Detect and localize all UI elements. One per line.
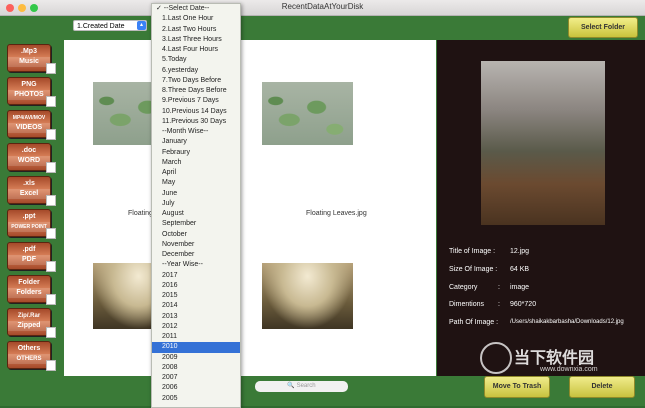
category-powerpoint-button[interactable]: .ppt POWER POINT: [7, 209, 56, 239]
select-folder-button[interactable]: Select Folder: [568, 17, 638, 38]
dimensions-separator: :: [498, 301, 500, 308]
dropdown-option[interactable]: 8.Three Days Before: [152, 86, 240, 96]
dropdown-option[interactable]: 5.Today: [152, 55, 240, 65]
dropdown-option[interactable]: 2006: [152, 383, 240, 393]
dropdown-option[interactable]: 2009: [152, 353, 240, 363]
dropdown-option[interactable]: 4.Last Four Hours: [152, 45, 240, 55]
category-separator: :: [498, 284, 500, 291]
category-videos-button[interactable]: MP4/AVI/MOV VIDEOS: [7, 110, 56, 140]
category-music-button[interactable]: .Mp3 Music: [7, 44, 56, 74]
dropdown-option[interactable]: 9.Previous 7 Days: [152, 96, 240, 106]
watermark-logo-icon: [480, 342, 512, 374]
dropdown-option[interactable]: 2007: [152, 373, 240, 383]
category-excel-button[interactable]: .xls Excel: [7, 176, 56, 206]
dropdown-option[interactable]: August: [152, 209, 240, 219]
dropdown-option[interactable]: December: [152, 250, 240, 260]
thumbnail-caption: Floating Leaves.jpg: [306, 210, 367, 217]
dropdown-option[interactable]: 2013: [152, 312, 240, 322]
category-sidebar: .Mp3 Music PNG PHOTOS MP4/AVI/MOV VIDEOS…: [3, 44, 59, 374]
search-icon: 🔍: [287, 383, 295, 389]
dropdown-option[interactable]: --Year Wise--: [152, 260, 240, 270]
dropdown-option[interactable]: Febraury: [152, 148, 240, 158]
dropdown-option[interactable]: ✓ --Select Date--: [152, 4, 240, 14]
file-badge-icon: [46, 162, 56, 173]
file-badge-icon: [46, 360, 56, 371]
watermark: 当下软件园 www.downxia.com: [480, 342, 620, 374]
file-badge-icon: [46, 195, 56, 206]
dimensions-label: Dimentions: [449, 301, 485, 308]
date-filter-dropdown: ✓ --Select Date-- 1.Last One Hour 2.Last T…: [151, 3, 241, 408]
dropdown-option[interactable]: 2014: [152, 301, 240, 311]
watermark-text: 当下软件园: [514, 350, 595, 367]
window-title: RecentDataAtYourDisk: [281, 2, 364, 11]
category-value: image: [510, 284, 530, 291]
dropdown-option[interactable]: April: [152, 168, 240, 178]
title-bar: RecentDataAtYourDisk: [0, 0, 645, 16]
date-filter-select[interactable]: 1.Created Date ▴: [73, 20, 147, 31]
dropdown-option[interactable]: November: [152, 240, 240, 250]
file-badge-icon: [46, 228, 56, 239]
dropdown-option[interactable]: July: [152, 199, 240, 209]
category-pdf-button[interactable]: .pdf PDF: [7, 242, 56, 272]
category-folders-button[interactable]: Folder Folders: [7, 275, 56, 305]
category-label: Category: [449, 284, 478, 291]
dropdown-option[interactable]: 10.Previous 14 Days: [152, 107, 240, 117]
dropdown-option[interactable]: October: [152, 230, 240, 240]
dropdown-option[interactable]: March: [152, 158, 240, 168]
dropdown-option[interactable]: 2005: [152, 394, 240, 404]
dropdown-option[interactable]: 7.Two Days Before: [152, 76, 240, 86]
date-filter-value: 1.Created Date: [77, 23, 125, 30]
category-others-button[interactable]: Others OTHERS: [7, 341, 56, 371]
path-value: /Users/shaikakbarbasha/Downloads/12.jpg: [510, 319, 624, 325]
category-photos-button[interactable]: PNG PHOTOS: [7, 77, 56, 107]
dimensions-value: 960*720: [510, 301, 537, 308]
dropdown-option[interactable]: 2010: [152, 342, 240, 353]
dropdown-option[interactable]: 2011: [152, 332, 240, 342]
path-label: Path Of Image :: [449, 319, 499, 326]
dropdown-option[interactable]: 2015: [152, 291, 240, 301]
file-badge-icon: [46, 327, 56, 338]
dropdown-option[interactable]: 2016: [152, 281, 240, 291]
dropdown-option[interactable]: 11.Previous 30 Days: [152, 117, 240, 127]
dropdown-option[interactable]: 2.Last Two Hours: [152, 25, 240, 35]
dropdown-option[interactable]: 2017: [152, 271, 240, 281]
file-badge-icon: [46, 129, 56, 140]
dropdown-option[interactable]: 1.Last One Hour: [152, 14, 240, 24]
dropdown-option[interactable]: June: [152, 189, 240, 199]
dropdown-option[interactable]: --Month Wise--: [152, 127, 240, 137]
select-arrows-icon: ▴: [137, 21, 146, 30]
dropdown-option[interactable]: 2012: [152, 322, 240, 332]
size-value: 64 KB: [510, 266, 530, 273]
dropdown-option[interactable]: 3.Last Three Hours: [152, 35, 240, 45]
dropdown-option[interactable]: January: [152, 137, 240, 147]
thumbnail-image[interactable]: [262, 263, 353, 329]
watermark-url: www.downxia.com: [540, 366, 598, 373]
file-badge-icon: [46, 96, 56, 107]
thumbnail-image[interactable]: [262, 82, 353, 145]
category-word-button[interactable]: .doc WORD: [7, 143, 56, 173]
search-input[interactable]: 🔍 Search: [255, 381, 348, 392]
dropdown-option[interactable]: September: [152, 219, 240, 229]
dropdown-option[interactable]: 2008: [152, 363, 240, 373]
dropdown-option[interactable]: May: [152, 178, 240, 188]
move-to-trash-button[interactable]: Move To Trash: [484, 376, 550, 398]
title-label: Title of Image :: [449, 248, 496, 255]
title-value: 12.jpg: [510, 248, 530, 255]
file-badge-icon: [46, 63, 56, 74]
preview-image: [481, 61, 605, 225]
delete-button[interactable]: Delete: [569, 376, 635, 398]
file-badge-icon: [46, 294, 56, 305]
dropdown-option[interactable]: 6.yesterday: [152, 66, 240, 76]
file-badge-icon: [46, 261, 56, 272]
size-label: Size Of Image :: [449, 266, 498, 273]
category-zipped-button[interactable]: Zip/.Rar Zipped: [7, 308, 56, 338]
